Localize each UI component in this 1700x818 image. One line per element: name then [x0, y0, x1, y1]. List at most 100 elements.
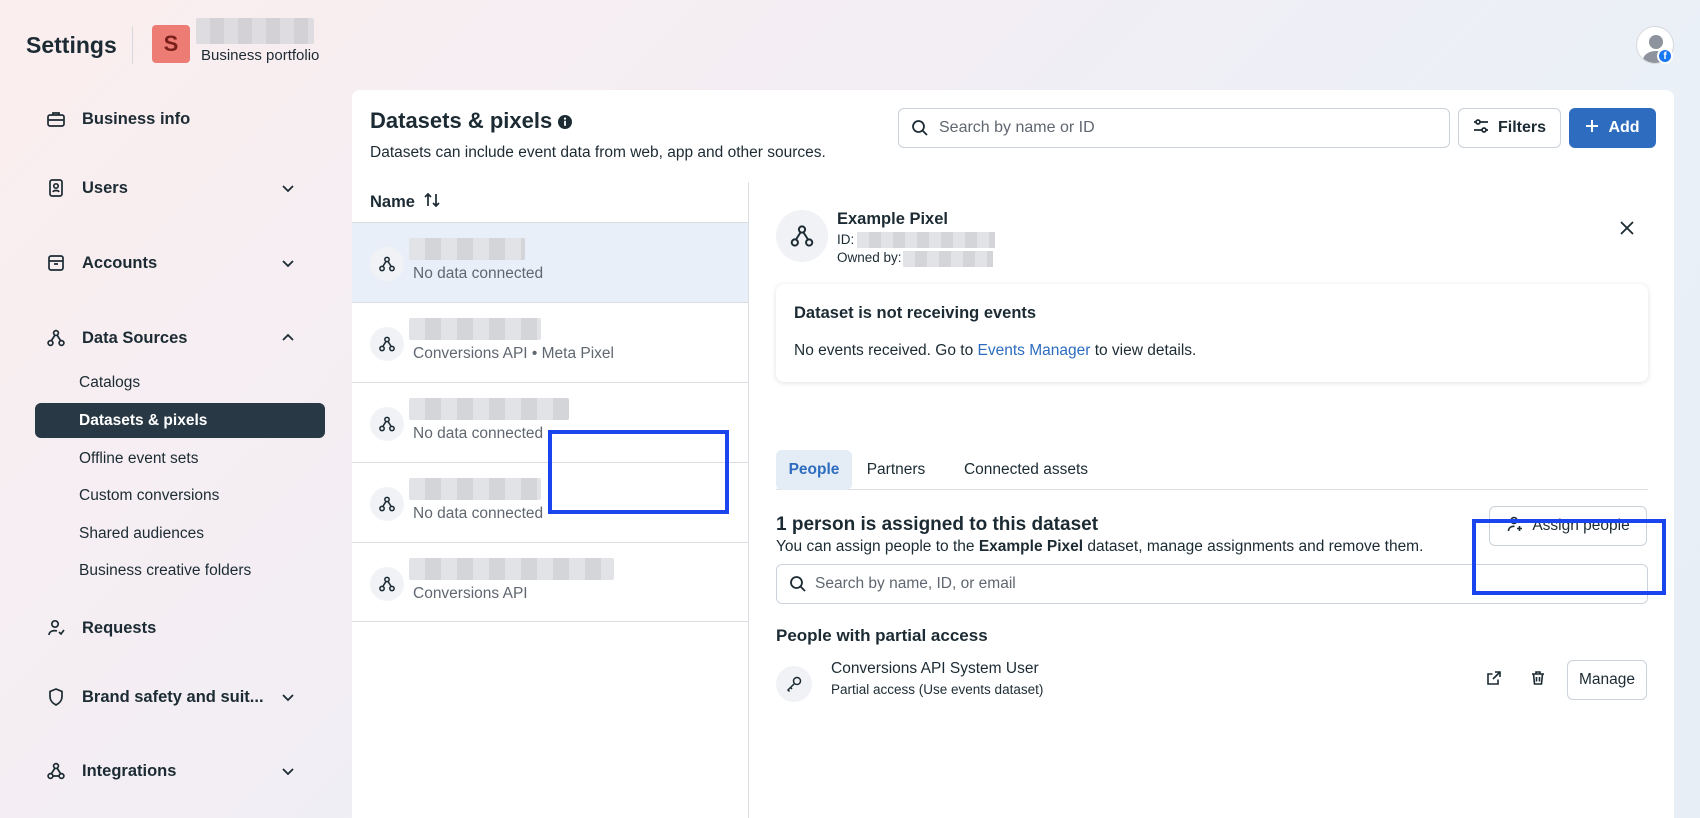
- list-item[interactable]: No data connected: [352, 462, 748, 542]
- briefcase-icon: [44, 107, 68, 131]
- partial-access-heading: People with partial access: [776, 626, 988, 645]
- add-label: Add: [1608, 119, 1640, 136]
- sidebar-subitem-catalogs[interactable]: Catalogs: [35, 365, 325, 400]
- main-panel: Datasets & pixels Datasets can include e…: [352, 90, 1674, 818]
- sidebar-item-requests[interactable]: Requests: [36, 608, 316, 648]
- events-manager-link[interactable]: Events Manager: [978, 342, 1091, 359]
- chevron-up-icon: [278, 328, 298, 348]
- add-button[interactable]: Add: [1569, 108, 1656, 148]
- filters-label: Filters: [1497, 119, 1546, 136]
- facebook-badge-icon: f: [1657, 48, 1673, 64]
- app-title: Settings: [26, 32, 117, 58]
- top-bar: Settings S Business portfolio f: [0, 0, 1700, 90]
- search-field[interactable]: [898, 108, 1450, 148]
- external-link-icon: [1486, 670, 1502, 691]
- shield-icon: [44, 685, 68, 709]
- assign-people-button[interactable]: Assign people: [1489, 506, 1647, 546]
- tab-partners[interactable]: Partners: [864, 450, 928, 490]
- remove-button[interactable]: [1524, 666, 1552, 694]
- person-access-level: Partial access (Use events dataset): [831, 682, 1044, 697]
- dataset-icon: [370, 247, 404, 281]
- dataset-status: No data connected: [413, 265, 544, 282]
- sidebar-item-label: Business info: [82, 109, 191, 128]
- archive-icon: [44, 251, 68, 275]
- dataset-icon: [370, 567, 404, 601]
- dataset-id-label: ID:: [837, 232, 855, 247]
- tab-people[interactable]: People: [776, 450, 852, 490]
- dataset-name-redacted: [409, 238, 525, 260]
- open-external-button[interactable]: [1480, 666, 1508, 694]
- name-column-header[interactable]: Name: [370, 182, 441, 222]
- sidebar-item-accounts[interactable]: Accounts: [36, 243, 316, 283]
- manage-button[interactable]: Manage: [1567, 660, 1647, 700]
- trash-icon: [1530, 670, 1546, 691]
- page-title: Datasets & pixels: [370, 108, 553, 133]
- sidebar-subitem-custom-conversions[interactable]: Custom conversions: [35, 478, 325, 513]
- assigned-count-title: 1 person is assigned to this dataset: [776, 514, 1099, 535]
- list-item[interactable]: No data connected: [352, 222, 748, 302]
- dataset-name-redacted: [409, 558, 614, 580]
- person-name: Conversions API System User: [831, 660, 1039, 677]
- status-alert: Dataset is not receiving events No event…: [776, 284, 1648, 382]
- dataset-status: No data connected: [413, 505, 544, 522]
- sort-icon: [423, 192, 441, 213]
- list-item[interactable]: Conversions API: [352, 542, 748, 622]
- sidebar-item-integrations[interactable]: Integrations: [36, 751, 316, 791]
- assigned-description: You can assign people to the Example Pix…: [776, 538, 1424, 555]
- detail-tabs: People Partners Connected assets: [776, 450, 1648, 490]
- sidebar-item-data-sources[interactable]: Data Sources: [36, 318, 316, 358]
- sidebar-item-label: Integrations: [82, 761, 177, 780]
- dataset-status: No data connected: [413, 425, 544, 442]
- dataset-icon: [370, 327, 404, 361]
- system-user-key-icon: [776, 666, 812, 702]
- divider: [132, 26, 133, 64]
- dataset-owner-label: Owned by:: [837, 250, 902, 265]
- sidebar-subitem-shared-audiences[interactable]: Shared audiences: [35, 516, 325, 551]
- filters-icon: [1473, 118, 1489, 139]
- sidebar-item-label: Brand safety and suit...: [82, 687, 264, 706]
- info-icon[interactable]: [557, 114, 573, 130]
- list-item[interactable]: Conversions API • Meta Pixel: [352, 302, 748, 382]
- search-icon: [911, 119, 929, 142]
- dataset-name-redacted: [409, 398, 569, 420]
- sidebar-subitem-offline-event-sets[interactable]: Offline event sets: [35, 441, 325, 476]
- close-button[interactable]: [1613, 216, 1641, 244]
- sidebar-item-label: Users: [82, 178, 128, 197]
- people-search-field[interactable]: [776, 564, 1648, 604]
- plus-icon: [1585, 119, 1599, 138]
- search-icon: [789, 575, 807, 598]
- dataset-detail-pane: Example Pixel ID: Owned by: Dataset is n…: [749, 182, 1674, 818]
- dataset-status: Conversions API: [413, 585, 528, 602]
- dataset-list: Name No data connected Conversions API •…: [352, 182, 749, 818]
- data-sources-icon: [44, 326, 68, 350]
- chevron-down-icon: [278, 253, 298, 273]
- sidebar-subitem-business-creative-folders[interactable]: Business creative folders: [35, 553, 325, 588]
- chevron-down-icon: [278, 687, 298, 707]
- sidebar-item-brand-safety[interactable]: Brand safety and suit...: [36, 677, 316, 717]
- sidebar-subitem-datasets-pixels[interactable]: Datasets & pixels: [35, 403, 325, 438]
- integrations-icon: [44, 759, 68, 783]
- id-badge-icon: [44, 176, 68, 200]
- page-subtitle: Datasets can include event data from web…: [370, 144, 826, 161]
- people-search-input[interactable]: [815, 565, 1635, 603]
- portfolio-name-redacted: [196, 18, 314, 44]
- business-portfolio-switcher[interactable]: S Business portfolio: [148, 18, 334, 72]
- dataset-name-redacted: [409, 318, 541, 340]
- add-person-icon: [1506, 515, 1524, 538]
- sidebar-item-business-info[interactable]: Business info: [36, 99, 316, 139]
- filters-button[interactable]: Filters: [1458, 108, 1561, 148]
- dataset-icon: [370, 407, 404, 441]
- person-request-icon: [44, 616, 68, 640]
- sidebar-item-label: Accounts: [82, 253, 158, 272]
- dataset-id-redacted: [857, 232, 995, 248]
- list-item[interactable]: No data connected: [352, 382, 748, 462]
- sidebar: Business info Users Accounts Data Source…: [0, 90, 345, 818]
- search-input[interactable]: [939, 109, 1439, 147]
- dataset-icon: [370, 487, 404, 521]
- alert-text: No events received. Go to Events Manager…: [794, 342, 1197, 359]
- sidebar-item-label: Data Sources: [82, 328, 188, 347]
- close-icon: [1619, 220, 1635, 241]
- tab-connected-assets[interactable]: Connected assets: [952, 450, 1100, 490]
- assign-people-label: Assign people: [1532, 517, 1630, 534]
- sidebar-item-users[interactable]: Users: [36, 168, 316, 208]
